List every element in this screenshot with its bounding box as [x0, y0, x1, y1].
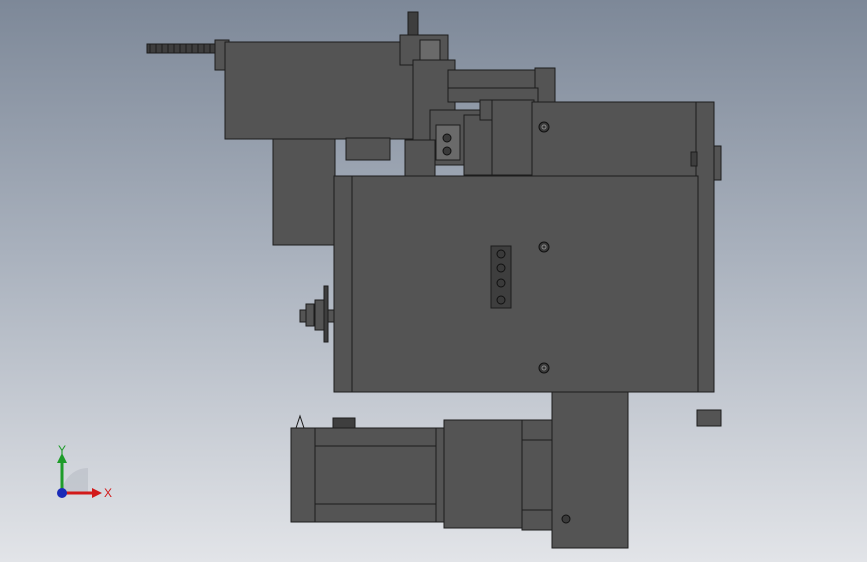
right-tab — [713, 145, 722, 181]
coordinate-triad: X Y — [57, 443, 112, 500]
x-axis-arrow-icon — [92, 488, 102, 498]
motor-mount-plate — [551, 391, 629, 549]
servo-motor — [290, 414, 555, 531]
pulley — [299, 285, 335, 343]
y-axis-label: Y — [58, 443, 66, 457]
cable-chain — [146, 39, 230, 71]
small-block — [696, 409, 722, 427]
mount-bolt — [561, 514, 571, 524]
left-side-plate — [333, 175, 355, 393]
x-axis-label: X — [104, 486, 112, 500]
side-bracket — [272, 138, 336, 246]
upper-right-block — [531, 101, 699, 183]
main-body — [351, 175, 699, 393]
z-axis-dot — [57, 488, 67, 498]
upper-housing — [224, 41, 414, 140]
cad-assembly-model[interactable]: .m{fill:#545454;stroke:#1c1c1c;stroke-wi… — [0, 0, 867, 562]
right-end-plate — [695, 101, 715, 393]
cad-graphics-viewport[interactable]: .m{fill:#545454;stroke:#1c1c1c;stroke-wi… — [0, 0, 867, 562]
